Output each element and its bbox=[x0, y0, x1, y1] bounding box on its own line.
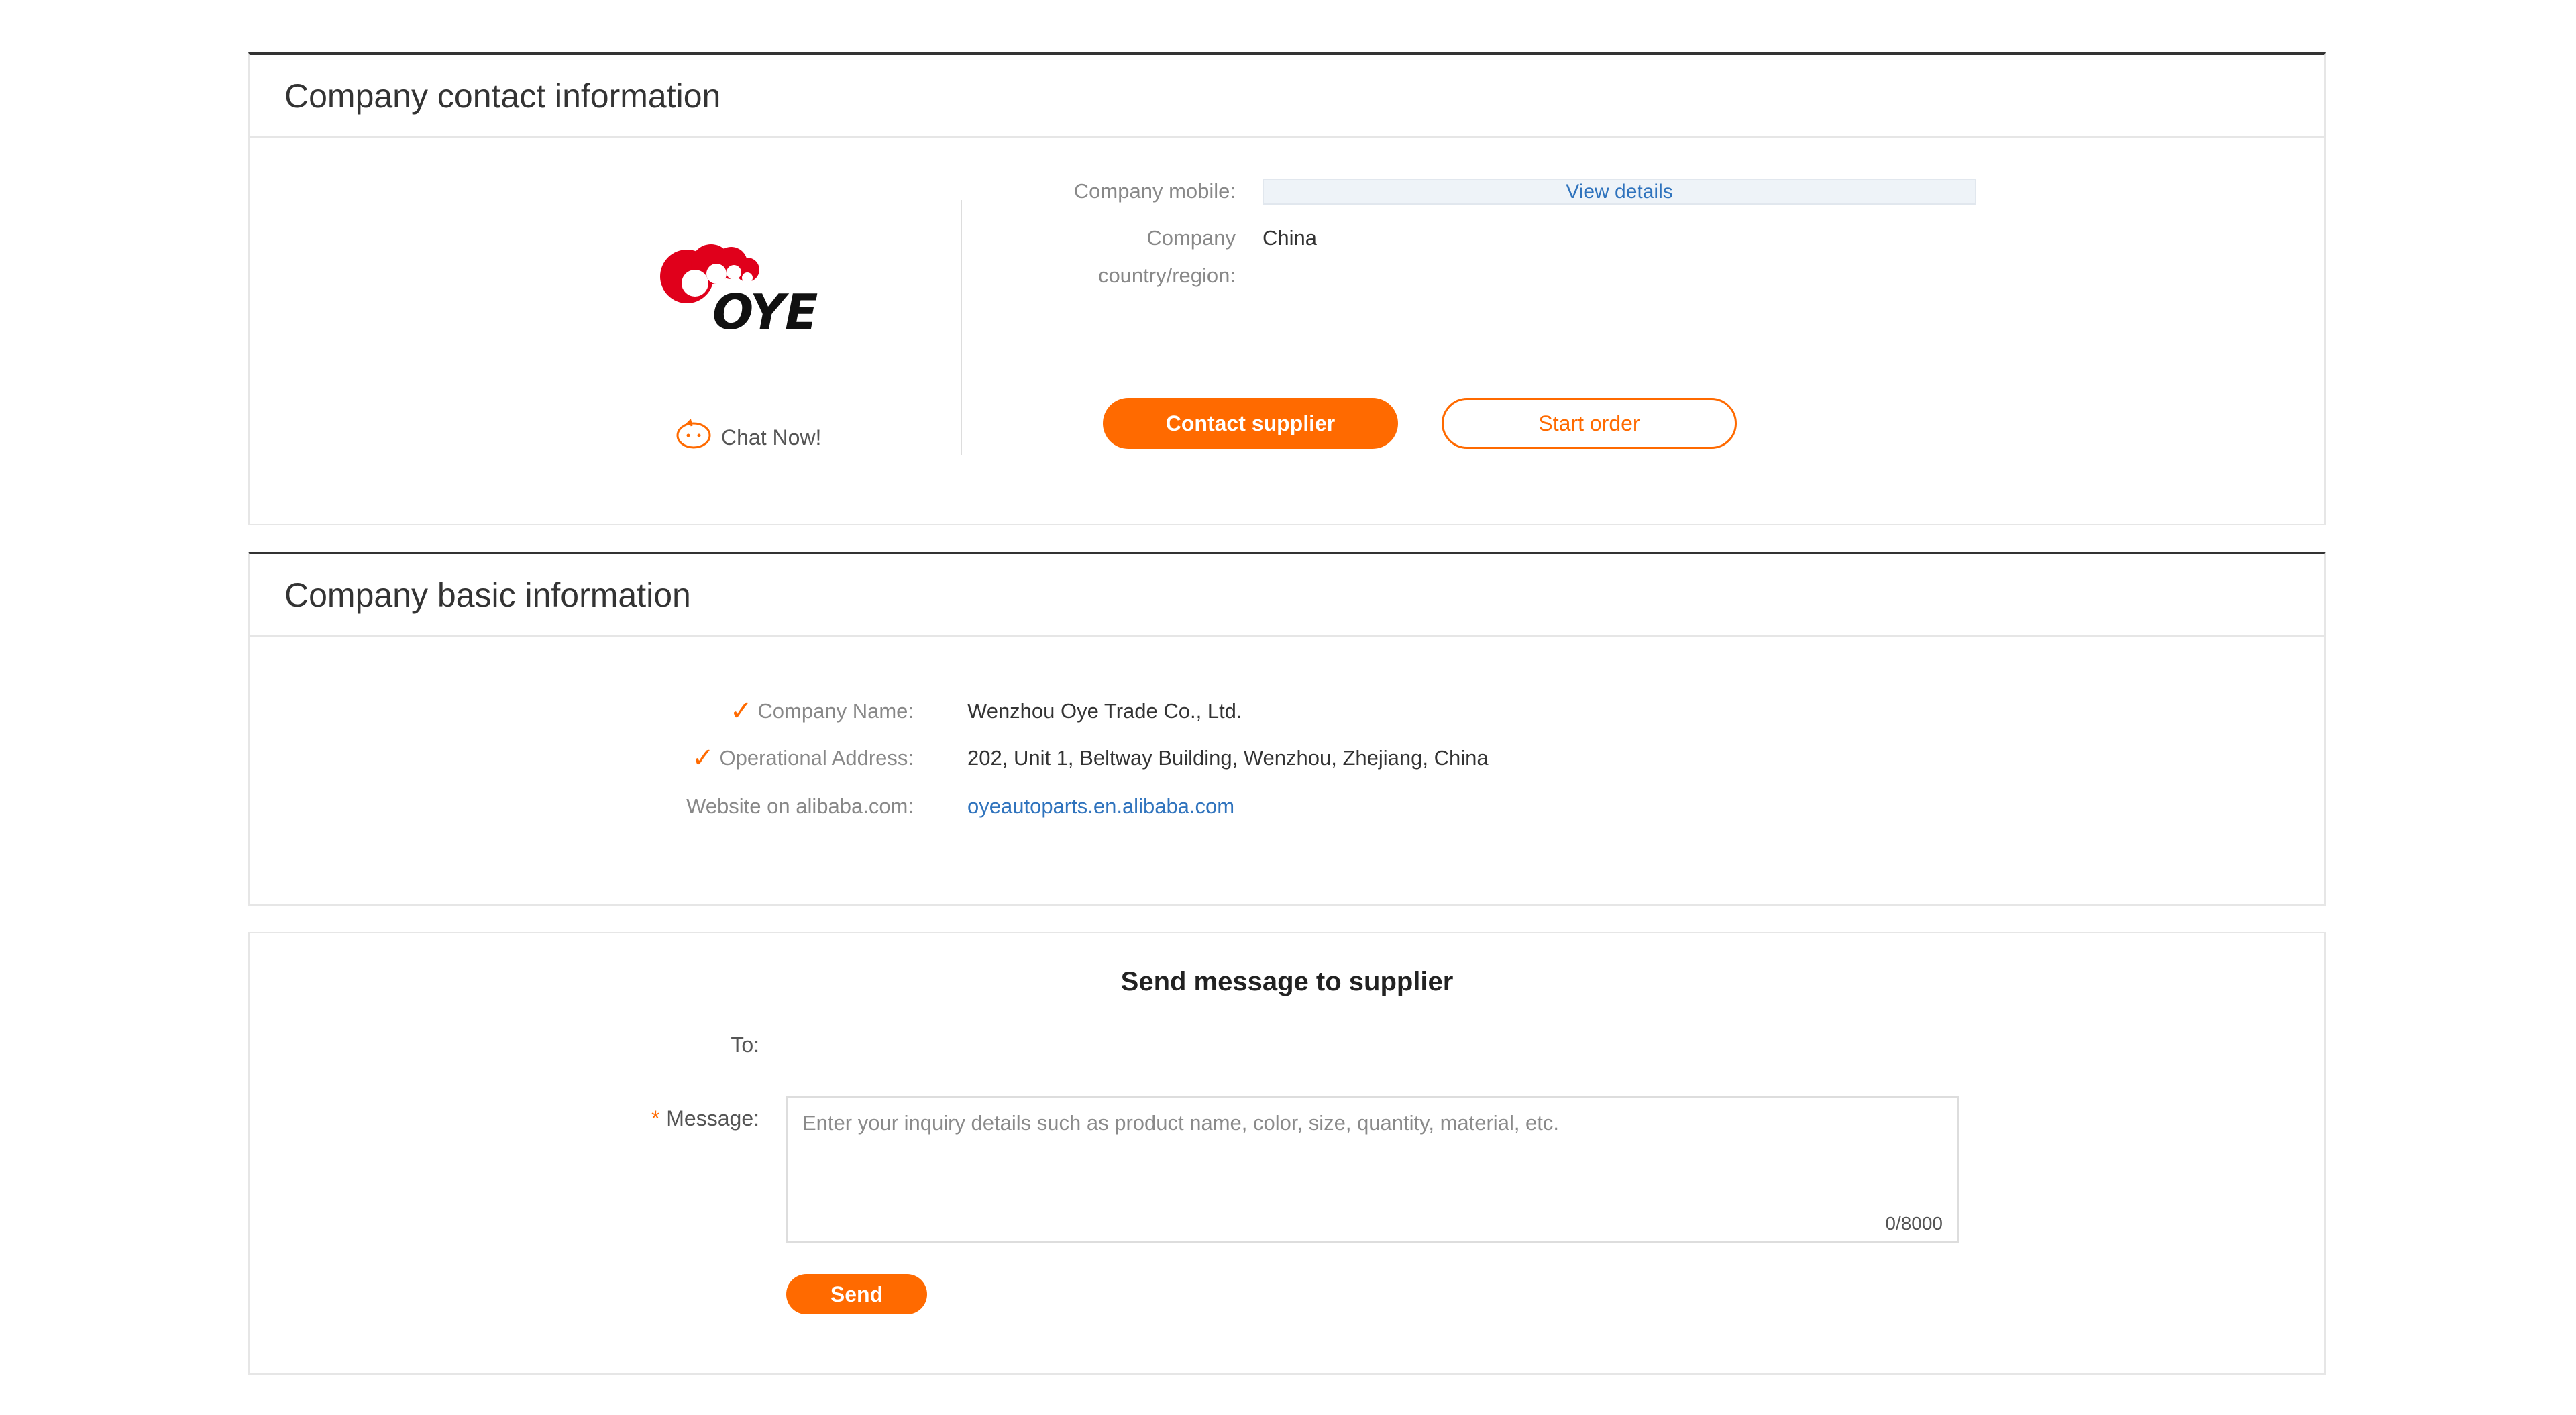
send-message-title: Send message to supplier bbox=[1120, 967, 1454, 996]
basic-info-title: Company basic information bbox=[284, 576, 691, 614]
start-order-button[interactable]: Start order bbox=[1442, 398, 1737, 449]
message-placeholder: Enter your inquiry details such as produ… bbox=[802, 1111, 1560, 1135]
oye-logo-icon: OYE bbox=[660, 244, 818, 340]
basic-info-body: ✓ Company Name: Wenzhou Oye Trade Co., L… bbox=[250, 637, 2324, 904]
send-message-card: Send message to supplier To: * Message: E… bbox=[248, 932, 2326, 1375]
contact-info-header: Company contact information bbox=[250, 55, 2324, 138]
contact-supplier-button[interactable]: Contact supplier bbox=[1103, 398, 1398, 449]
to-label: To: bbox=[731, 1033, 759, 1057]
mobile-label: Company mobile: bbox=[1073, 179, 1236, 203]
verified-check-icon: ✓ bbox=[691, 743, 714, 773]
address-label: ✓ Operational Address: bbox=[691, 743, 914, 773]
mobile-row: Company mobile: View details bbox=[1034, 172, 1976, 210]
country-label: Company country/region: bbox=[1034, 219, 1236, 295]
contact-info-body: OYE Chat Now! Company mobile: View detai… bbox=[250, 138, 2324, 523]
character-counter: 0/8000 bbox=[1885, 1213, 1943, 1234]
basic-info-header: Company basic information bbox=[250, 554, 2324, 637]
chat-now-link[interactable]: Chat Now! bbox=[676, 419, 821, 456]
country-label-line1: Company bbox=[1146, 226, 1236, 250]
chat-now-label: Chat Now! bbox=[721, 425, 822, 450]
basic-info-card: Company basic information ✓ Company Name… bbox=[248, 552, 2326, 906]
company-name-label: ✓ Company Name: bbox=[729, 696, 914, 726]
send-button[interactable]: Send bbox=[786, 1274, 927, 1314]
svg-text:OYE: OYE bbox=[712, 284, 818, 335]
country-row: Company country/region: China bbox=[1034, 219, 1317, 295]
chat-bubble-icon bbox=[676, 419, 712, 456]
website-label: Website on alibaba.com: bbox=[686, 794, 914, 818]
address-value: 202, Unit 1, Beltway Building, Wenzhou, … bbox=[967, 746, 1489, 770]
view-details-button[interactable]: View details bbox=[1263, 179, 1976, 205]
country-label-line2: country/region: bbox=[1097, 264, 1236, 287]
company-logo: OYE bbox=[645, 235, 867, 340]
contact-info-card: Company contact information OYE Chat Now… bbox=[248, 52, 2326, 525]
company-name-value: Wenzhou Oye Trade Co., Ltd. bbox=[967, 699, 1242, 723]
message-textarea[interactable]: Enter your inquiry details such as produ… bbox=[786, 1096, 1959, 1243]
company-name-row: ✓ Company Name: Wenzhou Oye Trade Co., L… bbox=[250, 692, 1242, 730]
verified-check-icon: ✓ bbox=[729, 696, 753, 726]
required-mark: * bbox=[651, 1106, 660, 1131]
website-link[interactable]: oyeautoparts.en.alibaba.com bbox=[967, 794, 1234, 819]
website-row: Website on alibaba.com: oyeautoparts.en.… bbox=[250, 788, 1234, 825]
address-row: ✓ Operational Address: 202, Unit 1, Belt… bbox=[250, 739, 1489, 777]
country-value: China bbox=[1263, 226, 1317, 250]
vertical-divider bbox=[961, 200, 962, 455]
contact-info-title: Company contact information bbox=[284, 76, 721, 115]
message-label: * Message: bbox=[651, 1106, 759, 1131]
